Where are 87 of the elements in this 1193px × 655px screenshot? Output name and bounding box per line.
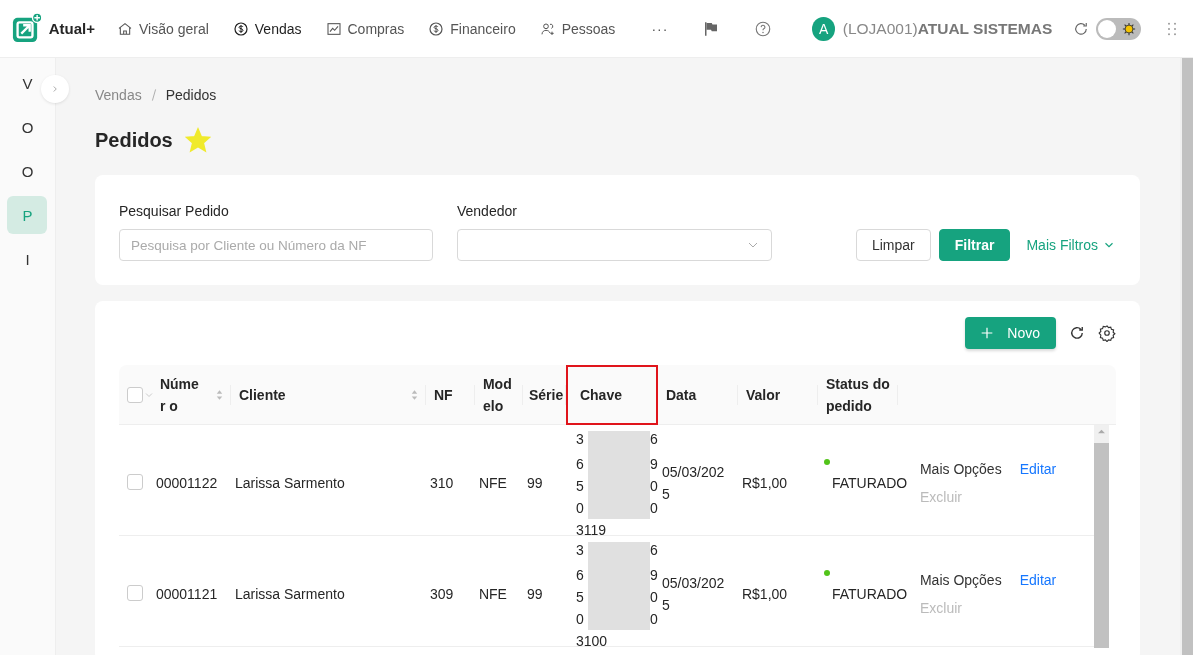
home-icon <box>117 20 133 37</box>
more-options-button[interactable]: Mais Opções <box>919 572 1002 588</box>
sidebar-item[interactable]: O <box>10 152 45 190</box>
sidebar-item[interactable]: V <box>10 64 45 102</box>
table-cell-text: 3 <box>575 430 585 449</box>
column-header: Númer o <box>159 375 200 416</box>
column-header: Data <box>665 386 697 405</box>
table-cell: NFE <box>478 475 507 491</box>
table-cell-text: 0 <box>649 588 659 607</box>
table-cell-text: 0 <box>649 477 659 496</box>
settings-icon[interactable] <box>1098 324 1116 342</box>
table-cell-text: 6 <box>575 455 585 474</box>
clear-button[interactable]: Limpar <box>855 229 931 261</box>
table-cell: Larissa Sarmento <box>234 586 345 602</box>
table-cell-text: 05/03/2025 <box>661 463 726 504</box>
sun-icon <box>1122 21 1136 36</box>
column-header: Status do pedido <box>825 375 891 416</box>
row-checkbox[interactable] <box>126 473 143 490</box>
scrollbar[interactable] <box>1093 425 1109 648</box>
dollar-icon <box>428 20 445 37</box>
sidebar-item[interactable]: O <box>10 108 45 146</box>
field-label: Vendedor <box>456 203 518 219</box>
table-cell-text: 05/03/2025 <box>661 574 726 615</box>
toggle-knob <box>1098 19 1117 38</box>
nav-tab[interactable]: Pessoas <box>527 8 628 49</box>
column-header: NF <box>433 386 453 405</box>
table-cell-text: 9 <box>649 455 659 474</box>
table-cell: R$1,00 <box>741 586 788 602</box>
edit-link[interactable]: Editar <box>1019 572 1057 588</box>
table-cell: 310 <box>429 475 454 491</box>
table-cell-text: 5 <box>575 588 585 607</box>
people-icon <box>539 20 556 37</box>
row-checkbox[interactable] <box>126 584 143 601</box>
help-icon[interactable] <box>754 19 773 38</box>
table-cell: NFE <box>478 586 507 602</box>
field-label: Pesquisar Pedido <box>118 203 230 219</box>
dollar-icon <box>232 20 249 37</box>
table-cell-text: 3119 <box>575 521 608 540</box>
table-cell-text: 0 <box>649 499 659 518</box>
nav-tab[interactable]: Compras <box>313 8 417 49</box>
page-title: Pedidos <box>94 128 173 152</box>
account-name: (LOJA001)ATUAL SISTEMAS <box>842 19 1053 38</box>
table-cell: 00001122 <box>155 475 218 491</box>
more-button[interactable]: ··· <box>639 8 681 49</box>
table-cell-text: 0 <box>575 610 585 629</box>
table-cell-text: 3100 <box>575 632 609 651</box>
logo-icon <box>12 12 43 45</box>
seller-dropdown[interactable] <box>456 229 772 261</box>
theme-toggle[interactable] <box>1096 17 1141 40</box>
table-cell-text: 9 <box>649 566 659 585</box>
table-cell-text: 0 <box>575 499 585 518</box>
nav-tab[interactable]: Financeiro <box>416 8 528 49</box>
table-cell-text: 6 <box>649 541 659 560</box>
status-text: FATURADO <box>831 586 908 602</box>
column-header: Cliente <box>238 386 286 405</box>
status-text: FATURADO <box>831 475 908 491</box>
breadcrumb-current: Pedidos <box>165 87 217 103</box>
table-cell: Larissa Sarmento <box>234 475 345 491</box>
table-cell-text: 5 <box>575 477 585 496</box>
refresh-icon[interactable] <box>1068 324 1086 342</box>
table-cell-text: 6 <box>649 430 659 449</box>
column-header: Valor <box>745 386 781 405</box>
search-field[interactable]: Pesquisa por Cliente ou Número da NF <box>118 229 433 261</box>
edit-link[interactable]: Editar <box>1019 461 1057 477</box>
expand-button[interactable] <box>40 75 69 103</box>
table-cell-text: 6 <box>575 566 585 585</box>
table-cell: 00001121 <box>155 586 218 602</box>
sidebar-item[interactable]: I <box>10 240 45 278</box>
brand-name: Atual+ <box>48 20 95 37</box>
table-cell-text: 3 <box>575 541 585 560</box>
table-cell-text: 0 <box>649 610 659 629</box>
column-header: Mod elo <box>482 375 513 416</box>
avatar: A <box>812 16 835 41</box>
table-cell: 99 <box>526 586 543 602</box>
nav-tab[interactable]: Visão geral <box>105 8 221 49</box>
line-chart-icon <box>325 20 342 37</box>
more-options-button[interactable]: Mais Opções <box>919 461 1002 477</box>
nav-tab[interactable]: Vendas <box>220 8 314 49</box>
select-all-checkbox[interactable] <box>126 387 143 403</box>
table-cell: 309 <box>429 586 454 602</box>
column-header: Série <box>528 386 564 405</box>
table-cell: 99 <box>526 475 543 491</box>
table-cell: R$1,00 <box>741 475 788 491</box>
breadcrumb-separator-icon <box>149 88 158 102</box>
star-icon[interactable] <box>184 127 211 153</box>
column-header: Chave <box>579 386 622 405</box>
page-scrollbar[interactable] <box>1180 58 1193 655</box>
